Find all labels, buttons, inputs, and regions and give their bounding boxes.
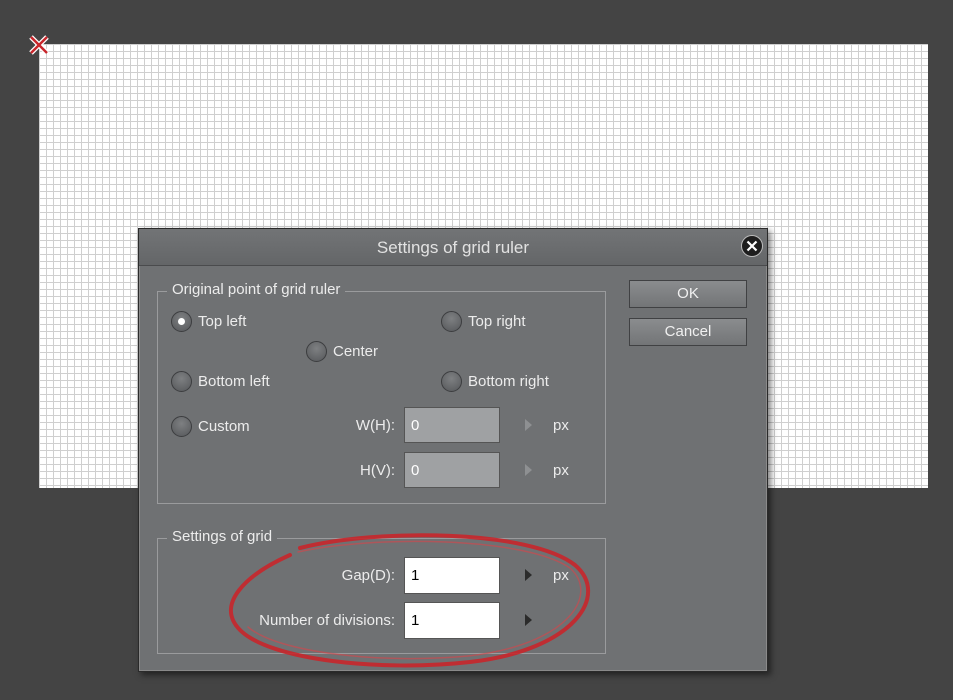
radio-custom[interactable]: Custom xyxy=(171,416,250,437)
w-field[interactable]: 0 xyxy=(404,407,500,443)
radio-bottom-left[interactable]: Bottom left xyxy=(171,371,270,392)
gap-field[interactable]: 1 xyxy=(404,557,500,594)
radio-custom-label: Custom xyxy=(198,418,250,435)
divisions-spin-icon[interactable] xyxy=(525,614,532,626)
h-spin-icon[interactable] xyxy=(525,464,532,476)
grid-ruler-dialog: Settings of grid ruler Original point of… xyxy=(138,228,768,672)
origin-marker-icon xyxy=(29,35,49,55)
radio-top-left[interactable]: Top left xyxy=(171,311,246,332)
origin-group-label: Original point of grid ruler xyxy=(167,281,346,299)
divisions-field-label: Number of divisions: xyxy=(259,612,395,629)
radio-top-right-indicator[interactable] xyxy=(441,311,462,332)
w-spin-icon[interactable] xyxy=(525,419,532,431)
w-field-label: W(H): xyxy=(355,417,395,434)
radio-top-left-indicator[interactable] xyxy=(171,311,192,332)
grid-group-label: Settings of grid xyxy=(167,528,278,546)
close-icon xyxy=(746,240,758,252)
w-unit: px xyxy=(553,417,569,434)
radio-bottom-right[interactable]: Bottom right xyxy=(441,371,549,392)
gap-field-label: Gap(D): xyxy=(341,567,395,584)
dialog-title: Settings of grid ruler xyxy=(376,238,530,257)
radio-bottom-right-indicator[interactable] xyxy=(441,371,462,392)
h-unit: px xyxy=(553,462,569,479)
gap-spin-icon[interactable] xyxy=(525,569,532,581)
radio-bottom-left-label: Bottom left xyxy=(198,373,270,390)
radio-bottom-left-indicator[interactable] xyxy=(171,371,192,392)
radio-top-right-label: Top right xyxy=(468,313,526,330)
ok-button[interactable]: OK xyxy=(629,280,747,308)
close-button[interactable] xyxy=(741,235,763,257)
radio-center[interactable]: Center xyxy=(306,341,378,362)
radio-center-label: Center xyxy=(333,343,379,360)
cancel-button[interactable]: Cancel xyxy=(629,318,747,346)
radio-custom-indicator[interactable] xyxy=(171,416,192,437)
grid-group xyxy=(157,538,606,654)
radio-center-indicator[interactable] xyxy=(306,341,327,362)
radio-top-left-label: Top left xyxy=(198,313,247,330)
radio-bottom-right-label: Bottom right xyxy=(468,373,549,390)
divisions-field[interactable]: 1 xyxy=(404,602,500,639)
radio-top-right[interactable]: Top right xyxy=(441,311,526,332)
gap-unit: px xyxy=(553,567,569,584)
dialog-titlebar[interactable]: Settings of grid ruler xyxy=(139,229,767,266)
h-field[interactable]: 0 xyxy=(404,452,500,488)
h-field-label: H(V): xyxy=(360,462,395,479)
